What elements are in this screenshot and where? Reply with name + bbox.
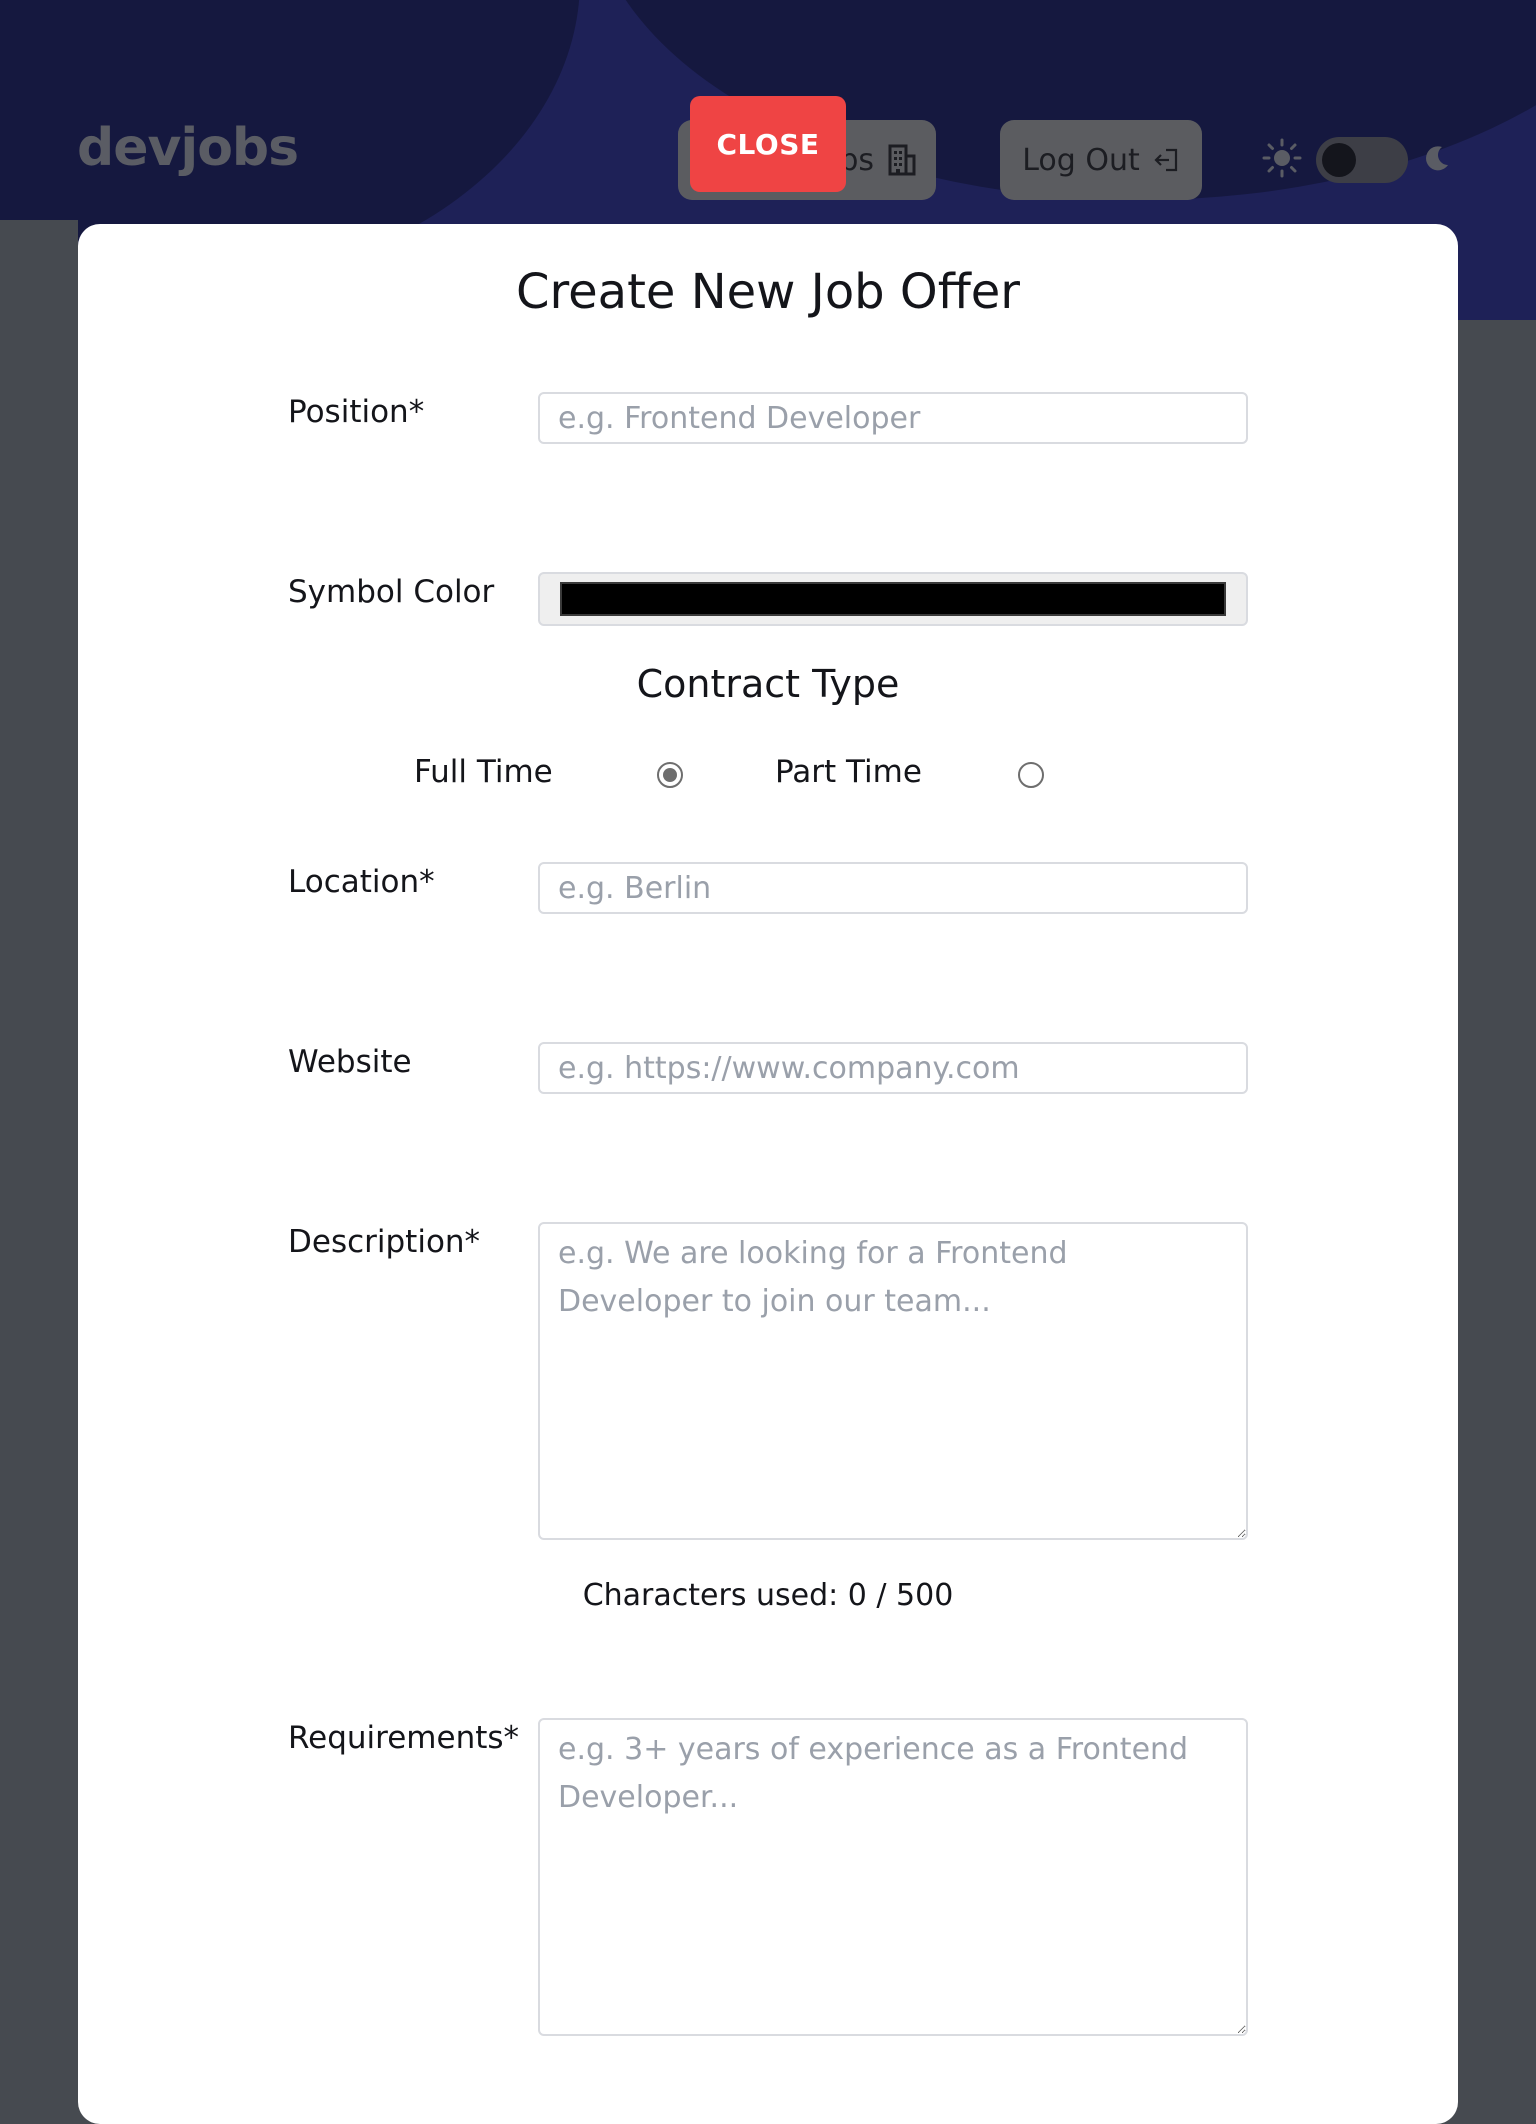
full-time-radio[interactable] bbox=[657, 762, 683, 788]
logout-icon bbox=[1152, 146, 1180, 174]
modal-title: Create New Job Offer bbox=[515, 264, 1021, 320]
logout-button[interactable]: Log Out bbox=[1000, 120, 1202, 200]
website-input[interactable] bbox=[538, 1042, 1248, 1094]
theme-toggle[interactable] bbox=[1262, 130, 1452, 190]
logout-label: Log Out bbox=[1022, 142, 1140, 178]
requirements-label: Requirements* bbox=[288, 1720, 520, 1756]
create-job-modal: Create New Job Offer Position* Symbol Co… bbox=[78, 224, 1458, 2124]
requirements-textarea[interactable] bbox=[538, 1718, 1248, 2036]
logo[interactable]: devjobs bbox=[77, 118, 299, 178]
position-input[interactable] bbox=[538, 392, 1248, 444]
moon-icon bbox=[1422, 143, 1452, 177]
theme-switch-knob bbox=[1322, 143, 1356, 177]
full-time-label[interactable]: Full Time bbox=[414, 754, 553, 790]
part-time-label[interactable]: Part Time bbox=[775, 754, 922, 790]
building-icon bbox=[888, 144, 916, 176]
location-label: Location* bbox=[288, 864, 435, 900]
position-label: Position* bbox=[288, 394, 425, 430]
contract-type-title: Contract Type bbox=[636, 662, 900, 706]
symbol-color-label: Symbol Color bbox=[288, 574, 495, 610]
description-textarea[interactable] bbox=[538, 1222, 1248, 1540]
close-button[interactable]: CLOSE bbox=[690, 96, 846, 192]
description-label: Description* bbox=[288, 1224, 481, 1260]
location-input[interactable] bbox=[538, 862, 1248, 914]
theme-switch[interactable] bbox=[1316, 137, 1408, 183]
color-swatch bbox=[560, 582, 1226, 616]
sun-icon bbox=[1262, 138, 1302, 182]
character-counter: Characters used: 0 / 500 bbox=[582, 1578, 954, 1613]
part-time-radio[interactable] bbox=[1018, 762, 1044, 788]
website-label: Website bbox=[288, 1044, 412, 1080]
page-overlay bbox=[0, 220, 78, 320]
symbol-color-picker[interactable] bbox=[538, 572, 1248, 626]
